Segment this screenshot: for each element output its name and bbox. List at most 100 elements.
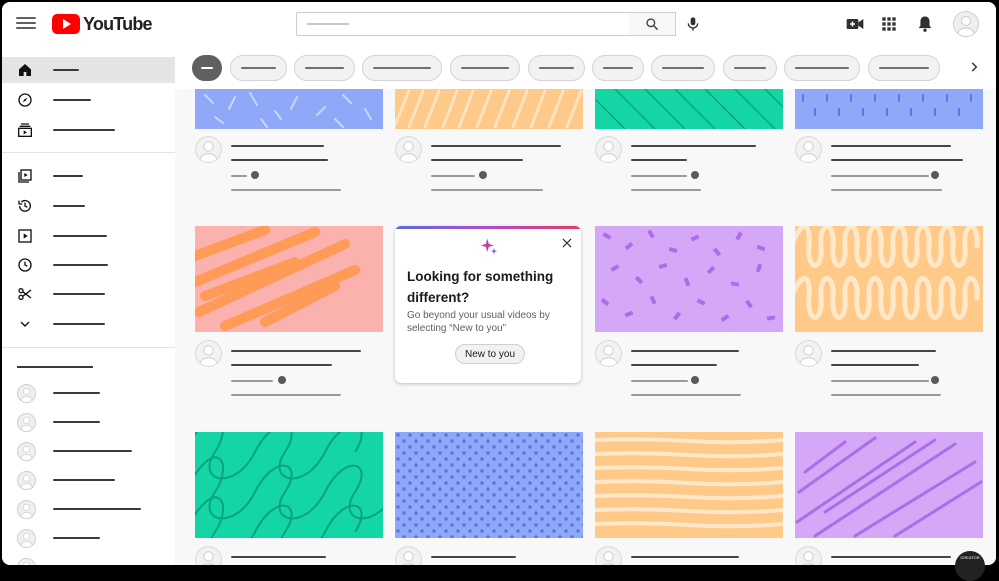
new-to-you-button[interactable]: New to you (455, 344, 526, 364)
video-title-line (231, 556, 326, 558)
sidebar-item-explore[interactable] (2, 87, 175, 113)
channel-avatar[interactable] (595, 340, 622, 367)
channel-label (53, 450, 132, 452)
history-icon (18, 199, 31, 212)
channel-avatar[interactable] (595, 546, 622, 565)
home-icon (19, 64, 31, 76)
search-icon (646, 18, 659, 31)
filter-chip[interactable] (450, 55, 520, 81)
filter-chip[interactable] (868, 55, 940, 81)
video-title-line (231, 364, 332, 366)
channel-label (53, 479, 115, 481)
channel-avatar[interactable] (395, 546, 422, 565)
subscriptions-icon (18, 123, 32, 137)
channel-avatar[interactable] (795, 340, 822, 367)
mic-icon[interactable] (685, 15, 701, 33)
video-thumbnail[interactable] (595, 226, 783, 332)
video-title-line (631, 145, 756, 147)
channel-avatar[interactable] (195, 546, 222, 565)
thumbnail-pattern (204, 92, 372, 128)
channel-avatar[interactable] (595, 136, 622, 163)
sidebar-item-history[interactable] (2, 193, 175, 219)
channel-label (53, 421, 100, 423)
apps-grid-icon[interactable] (879, 14, 899, 34)
filter-chip[interactable] (784, 55, 860, 81)
bell-icon[interactable] (915, 14, 935, 34)
filter-chip[interactable] (362, 55, 442, 81)
screen-frame: YouTube Looking for something different?… (0, 0, 999, 581)
video-thumbnail[interactable] (195, 226, 383, 332)
promo-accent-bar (395, 226, 581, 229)
sidebar-item-clips[interactable] (2, 281, 175, 307)
promo-description: Go beyond your usual videos by selecting… (407, 310, 550, 334)
video-stats-line (631, 394, 741, 396)
channel-avatar[interactable] (195, 136, 222, 163)
video-thumbnail[interactable] (795, 432, 983, 538)
video-title-line (631, 556, 739, 558)
subscription-channel[interactable] (2, 438, 175, 464)
sidebar-item-show-more[interactable] (2, 311, 175, 337)
channel-label (53, 508, 141, 510)
sidebar-item-subscriptions[interactable] (2, 117, 175, 143)
filter-chip[interactable] (592, 55, 644, 81)
verified-icon (278, 376, 286, 384)
channel-name-line (431, 175, 475, 177)
promo-card: Looking for something different? Go beyo… (395, 226, 581, 383)
search-input[interactable] (296, 12, 630, 36)
sidebar-item-your-videos[interactable] (2, 223, 175, 249)
filter-chip[interactable] (528, 55, 585, 81)
channel-avatar (17, 500, 36, 519)
channel-name-line (631, 380, 688, 382)
filter-chip[interactable] (294, 55, 355, 81)
filter-chip[interactable] (651, 55, 715, 81)
chevron-right-icon[interactable] (967, 60, 981, 74)
video-thumbnail[interactable] (595, 89, 783, 129)
subscription-channel[interactable] (2, 496, 175, 522)
menu-icon[interactable] (16, 14, 36, 34)
subscription-channel[interactable] (2, 409, 175, 435)
filter-chip-bar (175, 47, 996, 89)
sidebar-item-home[interactable] (2, 57, 175, 83)
thumbnail-pattern (395, 89, 583, 129)
youtube-logo[interactable]: YouTube (52, 14, 153, 34)
channel-avatar[interactable] (795, 136, 822, 163)
video-thumbnail[interactable] (795, 89, 983, 129)
filter-chip[interactable] (230, 55, 287, 81)
sidebar-item-library[interactable] (2, 163, 175, 189)
subscription-channel[interactable] (2, 467, 175, 493)
account-avatar[interactable] (953, 11, 979, 37)
video-title-line (831, 145, 951, 147)
video-thumbnail[interactable] (595, 432, 783, 538)
channel-avatar (17, 471, 36, 490)
channel-name-line (831, 380, 929, 382)
video-camera-icon[interactable] (845, 14, 865, 34)
subscription-channel[interactable] (2, 525, 175, 551)
video-thumbnail[interactable] (195, 432, 383, 538)
sidebar-item-label (53, 129, 115, 131)
chevron-down-icon (20, 321, 30, 327)
channel-avatar[interactable] (795, 546, 822, 565)
video-title-line (631, 159, 687, 161)
subscription-channel[interactable] (2, 554, 175, 565)
channel-avatar[interactable] (395, 136, 422, 163)
video-stats-line (431, 189, 543, 191)
search-button[interactable] (629, 12, 676, 36)
video-thumbnail[interactable] (195, 89, 383, 129)
video-stats-line (831, 394, 941, 396)
video-thumbnail[interactable] (795, 226, 983, 332)
video-thumbnail[interactable] (395, 89, 583, 129)
main-content: Looking for something different? Go beyo… (175, 47, 996, 565)
video-thumbnail[interactable] (395, 432, 583, 538)
sidebar-item-label (53, 323, 105, 325)
filter-chip[interactable] (723, 55, 777, 81)
video-title-line (231, 350, 361, 352)
sidebar-item-watch-later[interactable] (2, 252, 175, 278)
close-icon[interactable] (560, 236, 574, 250)
subscription-channel[interactable] (2, 380, 175, 406)
promo-title: Looking for something different? (407, 269, 554, 305)
chip-all[interactable] (192, 55, 222, 81)
channel-avatar[interactable] (195, 340, 222, 367)
sidebar-item-label (53, 293, 105, 295)
verified-icon (931, 376, 939, 384)
thumbnail-pattern (795, 436, 983, 538)
